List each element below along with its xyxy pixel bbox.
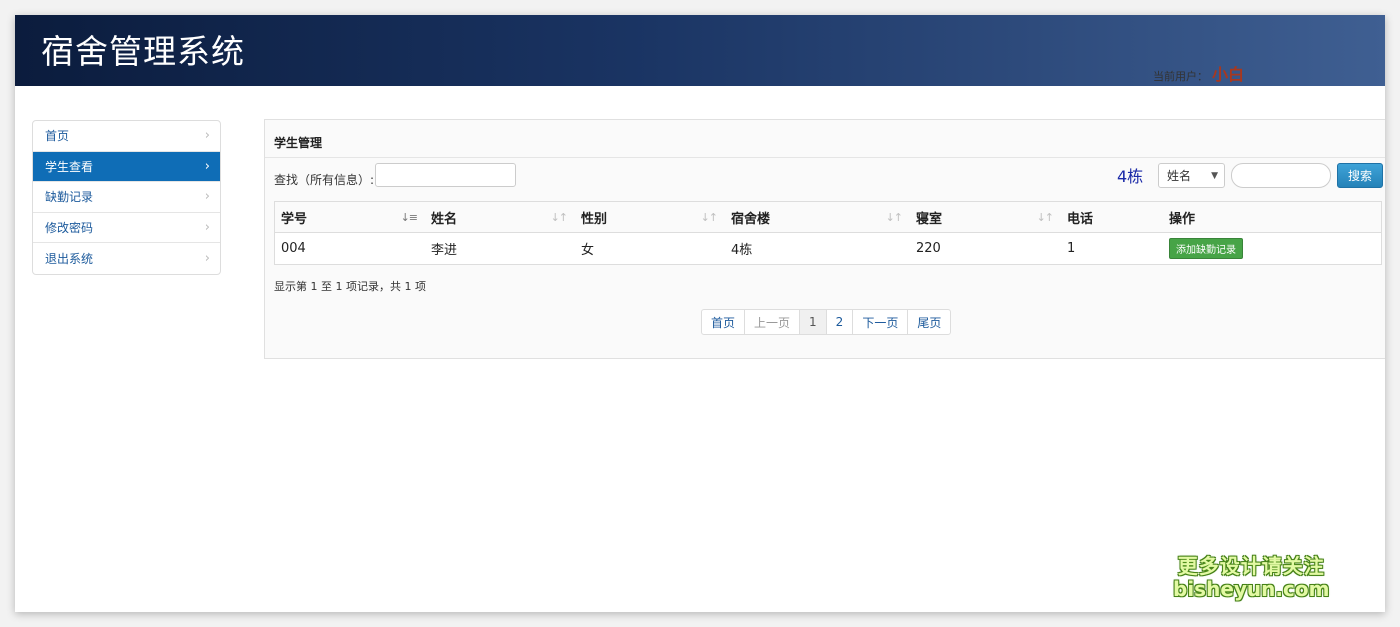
column-header-label: 姓名 <box>431 211 458 227</box>
sort-ascending-icon: ↓≡ <box>400 210 418 224</box>
cell-name: 李进 <box>431 243 458 258</box>
cell-room: 220 <box>916 241 941 256</box>
sort-icon: ↓↑ <box>700 210 718 224</box>
sidebar-item-label: 学生查看 <box>45 159 94 174</box>
column-header-id[interactable]: 学号 ↓≡ <box>275 202 425 232</box>
sort-icon: ↓↑ <box>1036 210 1054 224</box>
chevron-right-icon: › <box>204 189 210 205</box>
table-row: 004 李进 女 4栋 220 1 添加缺勤记录 <box>275 233 1381 264</box>
page-prev-button[interactable]: 上一页 <box>745 310 801 334</box>
watermark: 更多设计请关注 bisheyun.com <box>1173 550 1329 601</box>
panel-title: 学生管理 <box>274 136 323 150</box>
chevron-right-icon: › <box>204 219 210 235</box>
sidebar-item-label: 首页 <box>45 129 70 144</box>
building-label: 4栋 <box>1117 167 1144 186</box>
watermark-line2: bisheyun.com <box>1173 577 1330 601</box>
column-header-actions: 操作 <box>1163 202 1381 232</box>
column-header-label: 电话 <box>1067 211 1094 227</box>
page-1-button[interactable]: 1 <box>800 310 827 334</box>
column-header-label: 学号 <box>281 211 308 227</box>
current-user: 当前用户： 小白 <box>1153 61 1244 85</box>
sidebar-item-home[interactable]: 首页 › <box>33 121 220 152</box>
browser-window: 宿舍管理系统 当前用户： 小白 首页 › 学生查看 › 缺勤记录 › 修改密码 … <box>15 15 1385 612</box>
page-first-button[interactable]: 首页 <box>702 310 746 334</box>
column-header-label: 宿舍楼 <box>731 211 771 227</box>
column-header-gender[interactable]: 性别 ↓↑ <box>575 202 725 232</box>
column-header-label: 操作 <box>1169 211 1196 227</box>
sidebar-item-label: 退出系统 <box>45 251 94 266</box>
sort-icon: ↓↑ <box>550 210 568 224</box>
sidebar-item-logout[interactable]: 退出系统 › <box>33 243 220 274</box>
sort-icon: ↓↑ <box>885 210 903 224</box>
pagination: 首页 上一页 1 2 下一页 尾页 <box>701 309 952 335</box>
sidebar-nav: 首页 › 学生查看 › 缺勤记录 › 修改密码 › 退出系统 › <box>32 120 221 275</box>
column-header-phone: 电话 <box>1061 202 1163 232</box>
table-info: 显示第 1 至 1 项记录，共 1 项 <box>274 280 426 293</box>
watermark-line1: 更多设计请关注 <box>1177 554 1325 578</box>
chevron-right-icon: › <box>204 158 210 174</box>
column-header-building[interactable]: 宿舍楼 ↓↑ <box>725 202 910 232</box>
student-management-panel: 学生管理 查找（所有信息）: 4栋 姓名 ▼ 搜索 学号 ↓≡ 姓名 ↓↑ 性别 <box>264 119 1385 359</box>
cell-phone: 1 <box>1067 241 1076 256</box>
table-header-row: 学号 ↓≡ 姓名 ↓↑ 性别 ↓↑ 宿舍楼 ↓↑ 寝室 ↓↑ 电话 操作 <box>275 202 1381 233</box>
sidebar-item-student-view[interactable]: 学生查看 › <box>33 151 220 182</box>
app-title: 宿舍管理系统 <box>41 32 245 71</box>
divider <box>265 157 1385 158</box>
cell-building: 4栋 <box>731 243 753 258</box>
top-header: 宿舍管理系统 当前用户： 小白 <box>15 15 1385 86</box>
search-all-input[interactable] <box>375 163 516 187</box>
column-header-label: 寝室 <box>916 211 943 227</box>
cell-actions: 添加缺勤记录 <box>1163 233 1381 264</box>
search-keyword-input[interactable] <box>1231 163 1331 188</box>
column-header-name[interactable]: 姓名 ↓↑ <box>425 202 575 232</box>
current-user-label: 当前用户： <box>1153 70 1208 83</box>
cell-id: 004 <box>281 241 306 256</box>
page-2-button[interactable]: 2 <box>827 310 854 334</box>
cell-gender: 女 <box>581 243 595 258</box>
sidebar-item-label: 修改密码 <box>45 220 94 235</box>
chevron-right-icon: › <box>204 128 210 144</box>
search-field-select-value: 姓名 <box>1167 169 1192 183</box>
page-last-button[interactable]: 尾页 <box>908 310 950 334</box>
sidebar-item-label: 缺勤记录 <box>45 190 94 205</box>
page-next-button[interactable]: 下一页 <box>853 310 909 334</box>
column-header-label: 性别 <box>581 211 608 227</box>
search-all-label: 查找（所有信息）: <box>274 173 375 187</box>
students-table: 学号 ↓≡ 姓名 ↓↑ 性别 ↓↑ 宿舍楼 ↓↑ 寝室 ↓↑ 电话 操作 004… <box>274 201 1382 265</box>
chevron-right-icon: › <box>204 250 210 266</box>
current-user-name: 小白 <box>1212 65 1245 84</box>
chevron-down-icon: ▼ <box>1211 170 1218 181</box>
add-absence-record-button[interactable]: 添加缺勤记录 <box>1169 238 1243 259</box>
column-header-room[interactable]: 寝室 ↓↑ <box>910 202 1061 232</box>
sidebar-item-change-password[interactable]: 修改密码 › <box>33 213 220 243</box>
search-button[interactable]: 搜索 <box>1337 163 1383 188</box>
sidebar-item-absence-records[interactable]: 缺勤记录 › <box>33 182 220 213</box>
search-field-select[interactable]: 姓名 ▼ <box>1158 163 1225 188</box>
